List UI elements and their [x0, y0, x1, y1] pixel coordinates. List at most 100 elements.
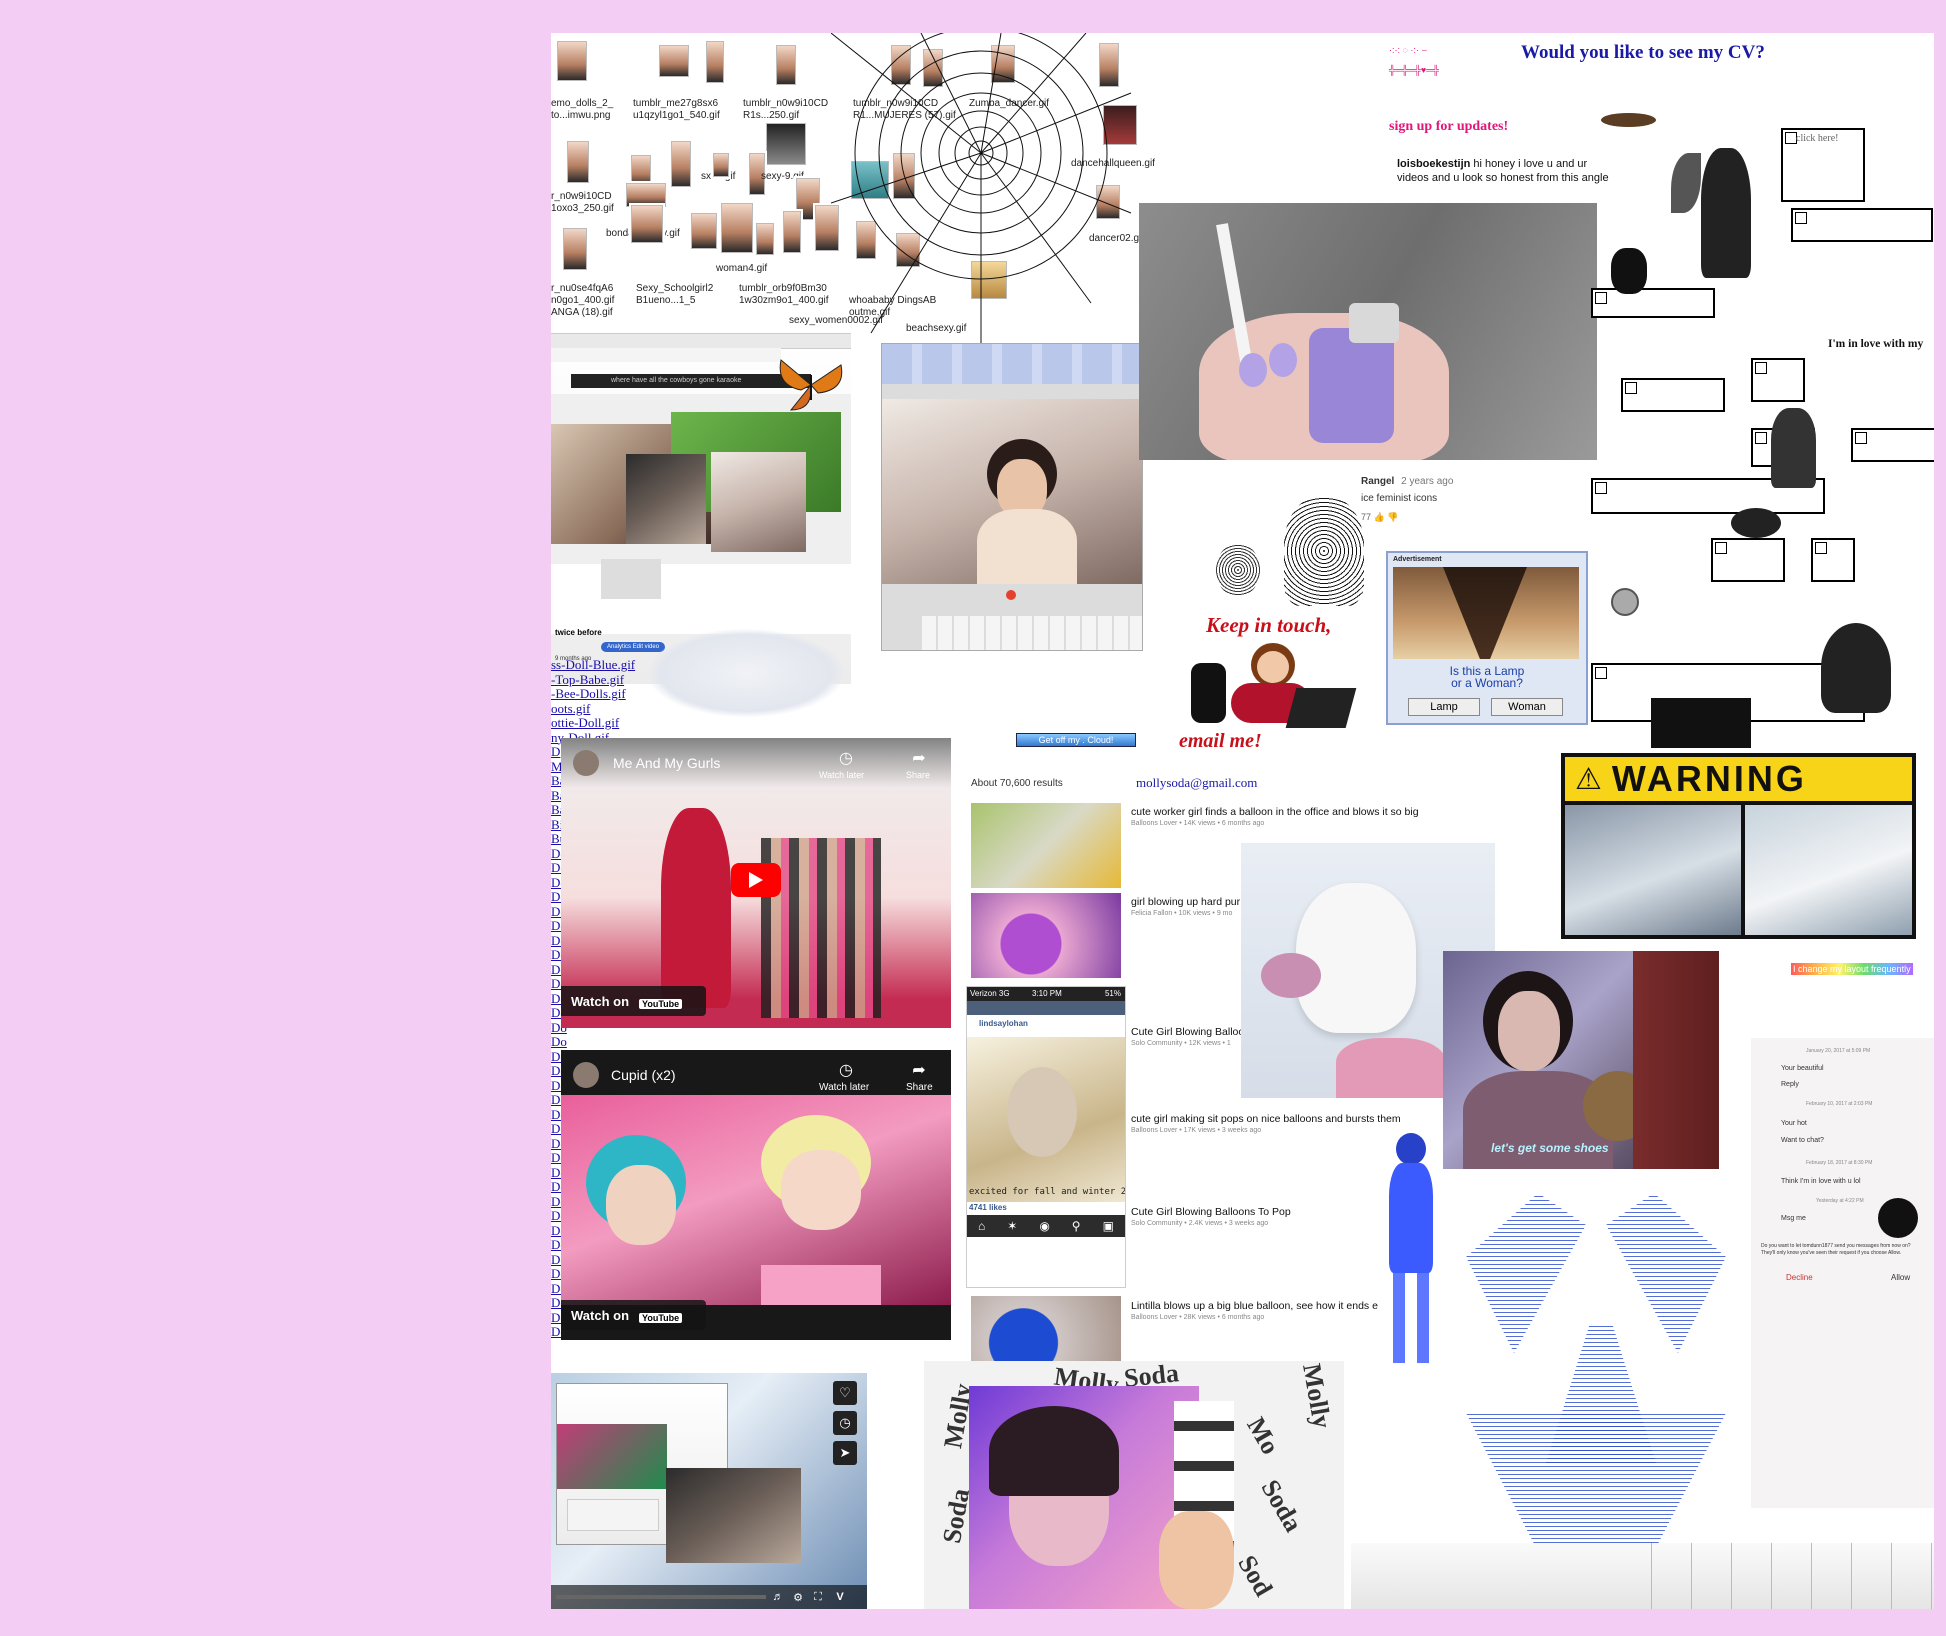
channel-avatar[interactable]	[573, 750, 599, 776]
record-button[interactable]	[1006, 590, 1016, 600]
search-result-title[interactable]: cute worker girl finds a balloon in the …	[1131, 806, 1419, 818]
file-label[interactable]: r_n0w9i10CD 1oxo3_250.gif	[551, 191, 614, 215]
sparkle-divider: ·:·: ◌ ·:· ⌣ ╬═╬═╬♥═╬	[1389, 45, 1439, 75]
reply-link[interactable]: Reply	[1781, 1081, 1799, 1088]
video-player-bottom-left[interactable]: ♡ ◷ ➤ ♬ ⚙ ⛶ V	[551, 1373, 867, 1609]
clock-icon[interactable]: ◷	[836, 748, 856, 768]
analytics-button[interactable]: Analytics Edit video	[601, 642, 666, 652]
signup-link[interactable]: sign up for updates!	[1389, 119, 1508, 135]
file-link[interactable]: -Top-Babe.gif	[551, 672, 661, 688]
file-link[interactable]: Do	[551, 1034, 661, 1050]
clock-icon[interactable]: ◷	[833, 1411, 857, 1435]
comment-user[interactable]: Rangel	[1361, 476, 1394, 487]
video-title[interactable]: Me And My Gurls	[613, 755, 720, 771]
battery: 51%	[1104, 989, 1121, 998]
youtube-embed-cupid[interactable]: Cupid (x2) ◷ Watch later ➦ Share Watch o…	[561, 1050, 951, 1340]
share-button[interactable]: Share	[906, 770, 930, 780]
file-label[interactable]: Sexy_Schoolgirl2 B1ueno...1_5	[636, 283, 713, 307]
search-result-title[interactable]: Lintilla blows up a big blue balloon, se…	[1131, 1300, 1378, 1312]
file-thumbnail[interactable]	[671, 141, 691, 187]
file-label[interactable]: tumblr_orb9f0Bm30 1w30zm9o1_400.gif	[739, 283, 829, 307]
file-thumbnail[interactable]	[631, 205, 663, 243]
result-thumbnail[interactable]	[971, 893, 1121, 978]
play-button[interactable]	[731, 863, 781, 897]
file-label[interactable]: tumblr_n0w9i10CD R1s...250.gif	[743, 98, 828, 122]
watch-later-button[interactable]: Watch later	[819, 770, 864, 780]
activity-icon[interactable]: ⚲	[1072, 1219, 1081, 1233]
photobooth-window	[881, 343, 1143, 651]
volume-icon[interactable]: ♬	[771, 1588, 785, 1606]
file-thumbnail[interactable]	[756, 223, 774, 255]
file-thumbnail[interactable]	[721, 203, 753, 253]
heart-icon[interactable]: ♡	[833, 1381, 857, 1405]
lamp-button[interactable]: Lamp	[1408, 698, 1480, 716]
file-thumbnail[interactable]	[783, 211, 801, 253]
thumbs-down-icon[interactable]: 👎	[1387, 512, 1398, 522]
warning-banner: ⚠ WARNING	[1565, 757, 1912, 801]
file-thumbnail[interactable]	[563, 228, 587, 270]
file-label[interactable]: woman4.gif	[716, 263, 767, 275]
file-thumbnail[interactable]	[659, 45, 689, 77]
browser-search-bar[interactable]: where have all the cowboys gone karaoke	[571, 374, 811, 388]
file-thumbnail[interactable]	[766, 123, 806, 165]
file-thumbnail[interactable]	[776, 45, 796, 85]
file-link[interactable]: ss-Doll-Blue.gif	[551, 657, 661, 673]
channel-avatar[interactable]	[573, 1062, 599, 1088]
file-thumbnail[interactable]	[713, 153, 729, 177]
file-label[interactable]: tumblr_me27g8sx6 u1qzyl1go1_540.gif	[633, 98, 720, 122]
file-label[interactable]: r_nu0se4fqA6 n0go1_400.gif ANGA (18).gif	[551, 283, 614, 319]
explore-icon[interactable]: ✶	[1007, 1219, 1017, 1233]
watch-on-youtube[interactable]: Watch on YouTube	[561, 986, 706, 1016]
file-thumbnail[interactable]	[626, 183, 666, 207]
search-result-title[interactable]: Cute Girl Blowing Balloo	[1131, 1026, 1244, 1038]
progress-bar[interactable]	[556, 1595, 766, 1599]
file-thumbnail[interactable]	[691, 213, 717, 249]
clock-time: 3:10 PM	[1032, 989, 1062, 998]
vimeo-icon[interactable]: V	[833, 1588, 847, 1606]
lamp-or-woman-ad[interactable]: Advertisement Is this a Lamp or a Woman?…	[1386, 551, 1588, 725]
dancing-girl-blue	[1371, 1133, 1451, 1373]
search-result-title[interactable]: Cute Girl Blowing Balloons To Pop	[1131, 1206, 1291, 1218]
clock-icon[interactable]: ◷	[836, 1060, 856, 1080]
woman-button[interactable]: Woman	[1491, 698, 1563, 716]
watch-later-button[interactable]: Watch later	[819, 1082, 869, 1093]
get-off-my-cloud-button[interactable]: Get off my . Cloud!	[1016, 733, 1136, 747]
youtube-embed-me-and-my-gurls[interactable]: Me And My Gurls ◷ Watch later ➦ Share Wa…	[561, 738, 951, 1028]
search-result-title[interactable]: girl blowing up hard pur	[1131, 896, 1240, 908]
carrier: Verizon 3G	[970, 989, 1010, 998]
cv-link[interactable]: Would you like to see my CV?	[1521, 42, 1765, 64]
profile-icon[interactable]: ▣	[1103, 1219, 1114, 1233]
result-thumbnail[interactable]	[971, 803, 1121, 888]
file-link[interactable]: -Bee-Dolls.gif	[551, 686, 661, 702]
butterfly-graphic	[779, 359, 843, 411]
search-result-title[interactable]: cute girl making sit pops on nice balloo…	[1131, 1113, 1401, 1125]
thumbs-up-icon[interactable]: 👍	[1374, 512, 1385, 522]
instagram-caption: excited for fall and winter 2013	[969, 1187, 1126, 1197]
share-icon[interactable]: ➦	[909, 1060, 929, 1080]
warning-panel: ⚠ WARNING	[1561, 753, 1916, 939]
file-thumbnail[interactable]	[567, 141, 589, 183]
file-label[interactable]: emo_dolls_2_ to...imwu.png	[551, 98, 613, 122]
file-thumbnail[interactable]	[557, 41, 587, 81]
webcam-girl-video: let's get some shoes	[1443, 951, 1719, 1169]
send-icon[interactable]: ➤	[833, 1441, 857, 1465]
email-link[interactable]: mollysoda@gmail.com	[1136, 775, 1257, 791]
file-thumbnail[interactable]	[706, 41, 724, 83]
allow-button[interactable]: Allow	[1891, 1273, 1910, 1282]
click-here-link[interactable]: click here!	[1796, 133, 1838, 144]
video-title[interactable]: Cupid (x2)	[611, 1067, 676, 1083]
decline-button[interactable]: Decline	[1786, 1273, 1813, 1282]
file-link[interactable]: oots.gif	[551, 701, 661, 717]
share-button[interactable]: Share	[906, 1082, 933, 1093]
fullscreen-icon[interactable]: ⛶	[811, 1588, 825, 1606]
gear-icon[interactable]: ⚙	[791, 1588, 805, 1606]
home-icon[interactable]: ⌂	[978, 1219, 985, 1233]
comment-user[interactable]: loisboekestijn	[1397, 158, 1470, 170]
instagram-user[interactable]: lindsaylohan	[979, 1019, 1028, 1028]
watch-on-youtube[interactable]: Watch on YouTube	[561, 1300, 706, 1330]
like-count: 77	[1361, 512, 1372, 522]
email-me-link[interactable]: email me!	[1179, 730, 1262, 753]
share-icon[interactable]: ➦	[909, 748, 929, 768]
file-link[interactable]: ottie-Doll.gif	[551, 715, 661, 731]
camera-icon[interactable]: ◉	[1039, 1219, 1049, 1233]
